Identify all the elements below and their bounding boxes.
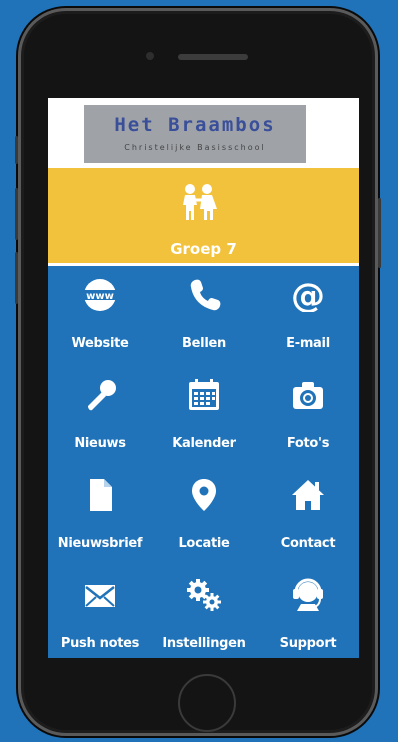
tile-locatie[interactable]: Locatie xyxy=(152,466,256,566)
www-icon: www xyxy=(82,278,118,312)
tile-label: Support xyxy=(279,636,337,651)
svg-text:www: www xyxy=(86,291,114,302)
envelope-icon xyxy=(82,578,118,612)
school-logo: Het Braambos Christelijke Basisschool xyxy=(84,105,306,163)
phone-side-button xyxy=(15,136,18,164)
phone-icon xyxy=(186,278,222,312)
phone-power-button xyxy=(378,198,381,268)
app-screen: Het Braambos Christelijke Basisschool Gr… xyxy=(48,98,359,658)
svg-text:@: @ xyxy=(291,278,325,312)
location-pin-icon xyxy=(186,478,222,512)
camera-icon xyxy=(290,378,326,412)
home-button[interactable] xyxy=(178,674,236,732)
tile-label: Locatie xyxy=(178,536,230,551)
tile-push-notes[interactable]: Push notes xyxy=(48,566,152,658)
tile-support[interactable]: Support xyxy=(256,566,359,658)
speaker-grille xyxy=(178,54,248,60)
tile-nieuws[interactable]: Nieuws xyxy=(48,366,152,466)
at-icon: @ xyxy=(290,278,326,312)
tile-label: Push notes xyxy=(60,636,140,651)
phone-side-button xyxy=(15,188,18,240)
tile-label: E-mail xyxy=(286,336,330,351)
tile-bellen[interactable]: Bellen xyxy=(152,266,256,366)
tile-label: Contact xyxy=(280,536,336,551)
tile-label: Bellen xyxy=(182,336,226,351)
group-selector[interactable]: Groep 7 xyxy=(48,168,359,263)
tile-email[interactable]: @ E-mail xyxy=(256,266,359,366)
tile-label: Nieuws xyxy=(74,436,126,451)
tile-website[interactable]: www Website xyxy=(48,266,152,366)
front-camera xyxy=(146,52,154,60)
headset-icon xyxy=(290,578,326,612)
home-icon xyxy=(290,478,326,512)
logo-subtitle: Christelijke Basisschool xyxy=(124,143,266,152)
logo-title: Het Braambos xyxy=(114,114,276,136)
group-label: Groep 7 xyxy=(170,240,237,258)
children-icon xyxy=(179,182,219,222)
tile-instellingen[interactable]: Instellingen xyxy=(152,566,256,658)
phone-side-button xyxy=(15,252,18,304)
gears-icon xyxy=(186,578,222,612)
tile-label: Website xyxy=(71,336,129,351)
document-icon xyxy=(82,478,118,512)
calendar-icon xyxy=(186,378,222,412)
tile-label: Instellingen xyxy=(162,636,246,651)
tile-kalender[interactable]: Kalender xyxy=(152,366,256,466)
tile-label: Nieuwsbrief xyxy=(57,536,143,551)
app-header: Het Braambos Christelijke Basisschool xyxy=(48,98,359,168)
microphone-icon xyxy=(82,378,118,412)
tile-contact[interactable]: Contact xyxy=(256,466,359,566)
menu-grid: www Website Bellen @ E-mail Nieuws Kalen… xyxy=(48,266,359,658)
tile-label: Foto's xyxy=(286,436,330,451)
tile-label: Kalender xyxy=(172,436,236,451)
tile-fotos[interactable]: Foto's xyxy=(256,366,359,466)
tile-nieuwsbrief[interactable]: Nieuwsbrief xyxy=(48,466,152,566)
